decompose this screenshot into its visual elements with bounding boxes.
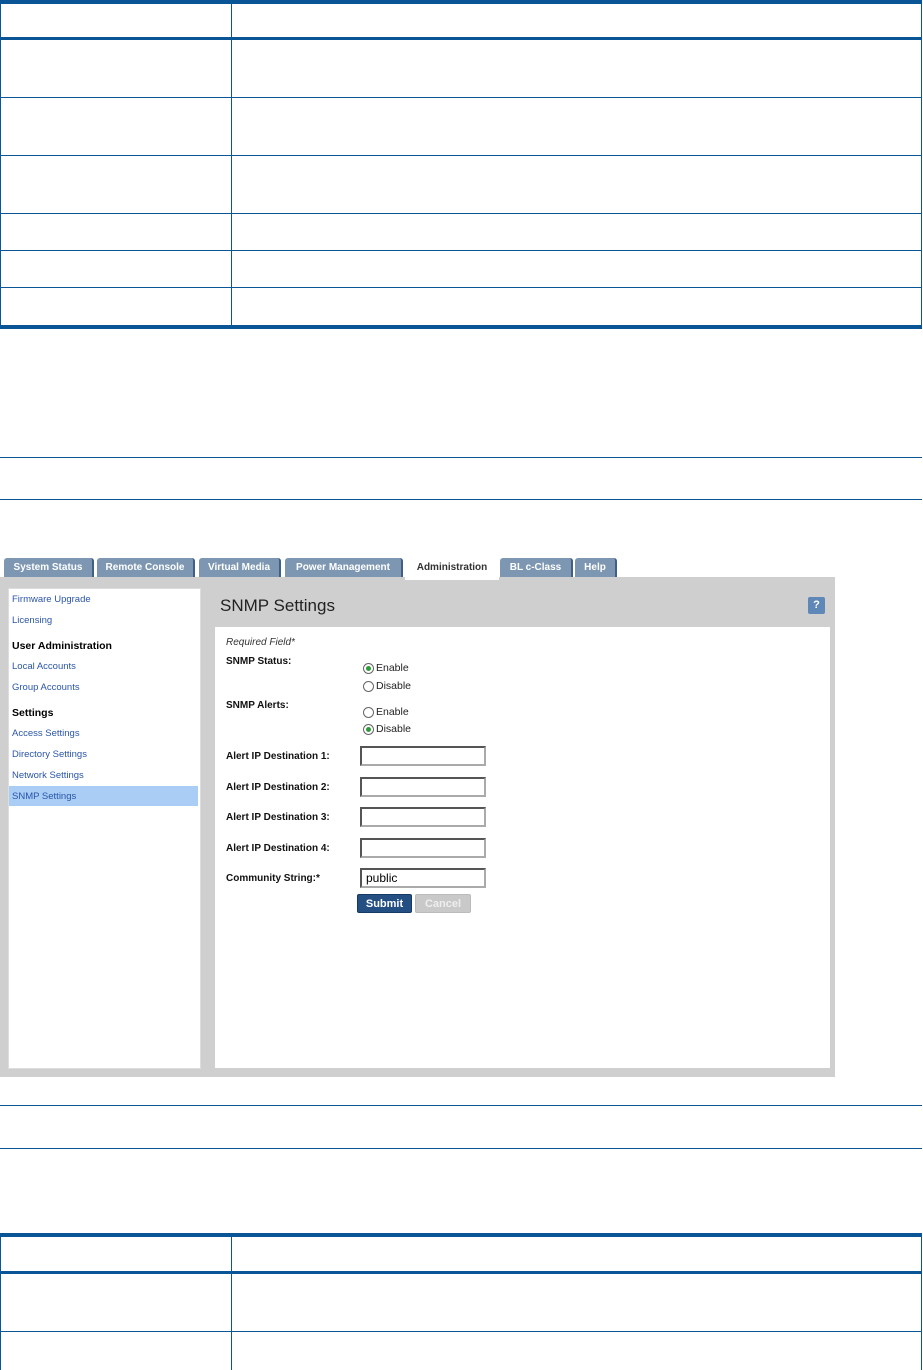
alert-ip-2-label: Alert IP Destination 2: <box>226 782 330 793</box>
sidebar-item-licensing[interactable]: Licensing <box>12 615 52 626</box>
alert-ip-1-input[interactable] <box>360 746 486 766</box>
radio-checked-icon <box>363 723 374 735</box>
sidebar-heading-settings: Settings <box>12 707 54 719</box>
help-icon[interactable]: ? <box>808 597 825 614</box>
bottom-table <box>0 1233 922 1370</box>
community-string-label: Community String:* <box>226 873 320 884</box>
table-row <box>0 214 922 251</box>
column-divider <box>231 0 232 329</box>
snmp-status-disable-radio[interactable]: Disable <box>363 680 411 692</box>
radio-checked-icon <box>363 662 374 674</box>
table-row <box>0 40 922 98</box>
community-string-input[interactable] <box>360 868 486 888</box>
radio-label: Disable <box>376 723 412 735</box>
tab-remote-console[interactable]: Remote Console <box>97 558 195 577</box>
tab-virtual-media[interactable]: Virtual Media <box>199 558 281 577</box>
sidebar-item-local-accounts[interactable]: Local Accounts <box>12 661 76 672</box>
table-row <box>0 1274 922 1332</box>
alert-ip-4-input[interactable] <box>360 838 486 858</box>
radio-label: Enable <box>376 706 409 718</box>
sidebar-heading-user-administration: User Administration <box>12 640 112 652</box>
alert-ip-2-input[interactable] <box>360 777 486 797</box>
ilo-snmp-settings-screenshot: System Status Remote Console Virtual Med… <box>0 555 835 1077</box>
table-row <box>0 251 922 288</box>
sidebar-item-access-settings[interactable]: Access Settings <box>12 728 80 739</box>
top-table <box>0 0 922 329</box>
required-note: Required Field* <box>226 637 295 648</box>
tab-bl-c-class[interactable]: BL c-Class <box>500 558 573 577</box>
divider <box>0 1105 922 1106</box>
table-top-rule <box>0 0 922 4</box>
sidebar-item-network-settings[interactable]: Network Settings <box>12 770 84 781</box>
tab-system-status[interactable]: System Status <box>4 558 94 577</box>
alert-ip-3-input[interactable] <box>360 807 486 827</box>
sidebar-item-directory-settings[interactable]: Directory Settings <box>12 749 87 760</box>
tab-power-management[interactable]: Power Management <box>285 558 403 577</box>
table-top-rule <box>0 1233 922 1237</box>
snmp-alerts-label: SNMP Alerts: <box>226 700 289 711</box>
tab-help[interactable]: Help <box>575 558 617 577</box>
radio-label: Enable <box>376 662 409 674</box>
radio-label: Disable <box>376 680 412 692</box>
table-bottom-rule <box>0 325 922 329</box>
page-title: SNMP Settings <box>220 596 335 615</box>
sidebar-item-group-accounts[interactable]: Group Accounts <box>12 682 80 693</box>
snmp-alerts-disable-radio[interactable]: Disable <box>363 723 411 735</box>
snmp-status-enable-radio[interactable]: Enable <box>363 662 409 674</box>
table-row <box>0 98 922 156</box>
sidebar-item-snmp-settings[interactable]: SNMP Settings <box>12 791 76 802</box>
divider <box>0 1148 922 1149</box>
divider <box>0 499 922 500</box>
submit-button[interactable]: Submit <box>357 894 412 913</box>
sidebar-item-firmware-upgrade[interactable]: Firmware Upgrade <box>12 594 91 605</box>
snmp-status-label: SNMP Status: <box>226 656 292 667</box>
column-divider <box>231 1233 232 1370</box>
table-row <box>0 156 922 214</box>
tab-administration[interactable]: Administration <box>405 558 499 580</box>
radio-unchecked-icon <box>363 706 374 718</box>
radio-unchecked-icon <box>363 680 374 692</box>
alert-ip-4-label: Alert IP Destination 4: <box>226 843 330 854</box>
alert-ip-3-label: Alert IP Destination 3: <box>226 812 330 823</box>
snmp-alerts-enable-radio[interactable]: Enable <box>363 706 409 718</box>
cancel-button[interactable]: Cancel <box>415 894 471 913</box>
divider <box>0 457 922 458</box>
alert-ip-1-label: Alert IP Destination 1: <box>226 751 330 762</box>
